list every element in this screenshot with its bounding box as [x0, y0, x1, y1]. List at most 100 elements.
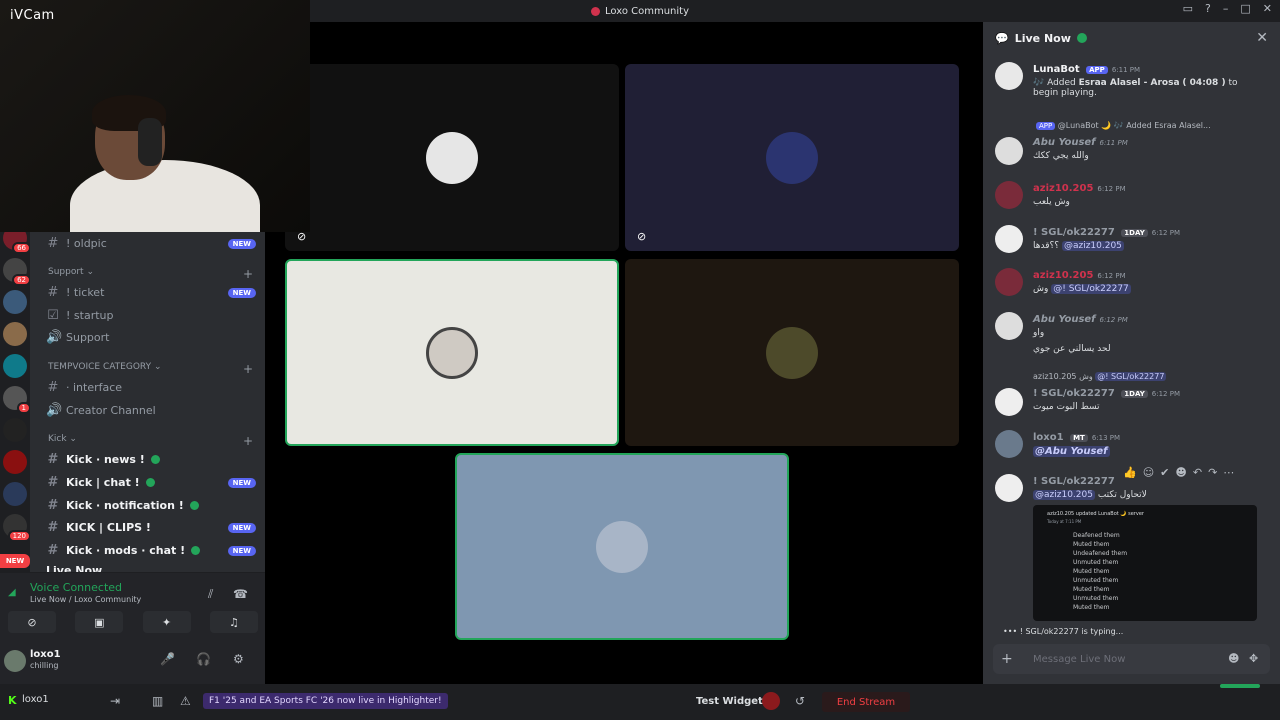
voice-location[interactable]: Live Now / Loxo Community	[30, 595, 141, 604]
camera-off-button[interactable]: ⊘	[8, 611, 56, 633]
mention[interactable]: @Abu Yousef	[1033, 446, 1110, 457]
server-icon[interactable]	[3, 418, 27, 442]
mention[interactable]: @! SGL/ok22277	[1095, 372, 1167, 381]
channel-kick-chat[interactable]: # Kick | chat ! NEW	[46, 475, 256, 490]
channel-kick-clips[interactable]: # KICK | CLIPS ! NEW	[46, 520, 256, 535]
participant-tile[interactable]: ⊘	[285, 64, 619, 251]
message-input[interactable]: Message Live Now	[1033, 654, 1125, 665]
channel-live-now[interactable]: Live Now	[46, 564, 256, 572]
participant-tile-speaking[interactable]	[285, 259, 619, 446]
help-icon[interactable]: ?	[1205, 2, 1211, 15]
channel-creator[interactable]: 🔊 Creator Channel	[46, 403, 256, 418]
kick-username[interactable]: loxo1	[22, 694, 49, 705]
message-author[interactable]: ! SGL/ok22277 1DAY 6:12 PM	[1033, 388, 1180, 399]
replay-icon[interactable]: ↺	[795, 694, 805, 708]
thumbs-up-icon[interactable]: 👍	[1123, 466, 1137, 479]
settings-gear-icon[interactable]: ⚙	[233, 652, 244, 666]
reply-preview[interactable]: APP @LunaBot 🌙 🎶 Added Esraa Alasel...	[1033, 121, 1263, 130]
message-author[interactable]: Abu Yousef 6:12 PM	[1033, 314, 1128, 325]
microphone-icon[interactable]: 🎤	[160, 652, 175, 666]
server-icon[interactable]	[3, 290, 27, 314]
check-icon[interactable]: ✔	[1160, 466, 1169, 479]
server-icon[interactable]: 66	[3, 232, 30, 254]
participant-tile[interactable]	[625, 259, 959, 446]
stats-icon[interactable]: ▥	[152, 694, 163, 708]
server-icon[interactable]	[3, 450, 27, 474]
maximize-button[interactable]: □	[1240, 2, 1250, 15]
server-icon[interactable]: 62	[3, 258, 30, 286]
category-kick[interactable]: Kick ⌄ +	[48, 434, 253, 448]
add-channel-icon[interactable]: +	[243, 267, 253, 281]
inbox-icon[interactable]: ▭	[1183, 2, 1193, 15]
close-icon[interactable]: ✕	[1256, 30, 1268, 46]
add-reaction-icon[interactable]: ☻	[1175, 466, 1186, 479]
screen-share-button[interactable]: ▣	[75, 611, 124, 633]
attach-plus-icon[interactable]: +	[1001, 651, 1013, 667]
server-icon[interactable]	[3, 322, 27, 346]
mention[interactable]: @! SGL/ok22277	[1051, 284, 1131, 294]
channel-kick-mods-chat[interactable]: # Kick · mods · chat ! NEW	[46, 543, 256, 558]
reply-preview[interactable]: aziz10.205 وش @! SGL/ok22277	[1033, 372, 1263, 381]
category-tempvoice[interactable]: TEMPVOICE CATEGORY ⌄ +	[48, 362, 253, 376]
message-author[interactable]: loxo1 MT 6:13 PM	[1033, 432, 1120, 443]
server-icon[interactable]	[3, 354, 27, 378]
new-indicator[interactable]: NEW	[0, 554, 30, 568]
channel-interface[interactable]: # · interface	[46, 380, 256, 395]
apps-icon[interactable]: ✥	[1249, 652, 1258, 665]
forward-icon[interactable]: ↷	[1208, 466, 1217, 479]
server-icon[interactable]: 1	[3, 386, 30, 414]
participant-tile[interactable]: ⊘	[625, 64, 959, 251]
end-stream-button[interactable]: End Stream	[822, 692, 910, 712]
add-channel-icon[interactable]: +	[243, 362, 253, 376]
test-widgets-button[interactable]: Test Widgets	[696, 696, 769, 707]
avatar[interactable]	[995, 137, 1023, 165]
username[interactable]: loxo1	[30, 649, 61, 660]
channel-oldpic[interactable]: # ! oldpic NEW	[46, 236, 256, 251]
image-attachment[interactable]: aziz10.205 updated LunaBot 🌙 server Toda…	[1033, 505, 1257, 621]
avatar[interactable]	[995, 312, 1023, 340]
message-author[interactable]: ! SGL/ok22277 1DAY 6:12 PM	[1033, 227, 1180, 238]
reply-icon[interactable]: ↶	[1193, 466, 1202, 479]
message-author[interactable]: ! SGL/ok22277	[1033, 476, 1115, 487]
headphones-icon[interactable]: 🎧	[196, 652, 211, 666]
avatar[interactable]	[995, 225, 1023, 253]
server-icon[interactable]	[3, 482, 27, 506]
add-channel-icon[interactable]: +	[243, 434, 253, 448]
message-author[interactable]: LunaBot APP 6:11 PM	[1033, 64, 1140, 75]
mention[interactable]: @aziz10.205	[1061, 241, 1124, 251]
logout-icon[interactable]: ⇥	[110, 694, 120, 708]
message-author[interactable]: Abu Yousef 6:11 PM	[1033, 137, 1128, 148]
close-button[interactable]: ✕	[1263, 2, 1272, 15]
channel-startup[interactable]: ☑ ! startup	[46, 308, 256, 323]
signal-icon[interactable]: ◢	[8, 587, 16, 598]
noise-suppression-icon[interactable]: ⫽	[208, 587, 213, 602]
message-author[interactable]: aziz10.205 6:12 PM	[1033, 270, 1126, 281]
avatar[interactable]	[4, 650, 26, 672]
emoji-icon[interactable]: ☺	[1143, 466, 1154, 479]
activities-button[interactable]: ✦	[142, 611, 191, 633]
avatar[interactable]	[995, 181, 1023, 209]
minimize-button[interactable]: –	[1223, 2, 1229, 15]
more-icon[interactable]: ⋯	[1223, 466, 1234, 479]
alert-icon[interactable]: ⚠	[180, 694, 191, 708]
voice-status[interactable]: Voice Connected	[30, 581, 122, 594]
avatar[interactable]	[995, 430, 1023, 458]
disconnect-icon[interactable]: ☎	[233, 587, 248, 601]
avatar[interactable]	[995, 388, 1023, 416]
channel-kick-notification[interactable]: # Kick · notification !	[46, 498, 256, 513]
server-icon[interactable]: 120	[3, 514, 30, 542]
avatar[interactable]	[995, 474, 1023, 502]
avatar[interactable]	[995, 62, 1023, 90]
emoji-icon[interactable]: ☻	[1228, 652, 1239, 665]
participant-tile-speaking[interactable]	[455, 453, 789, 640]
announcement-banner[interactable]: F1 '25 and EA Sports FC '26 now live in …	[203, 693, 448, 709]
message-author[interactable]: aziz10.205 6:12 PM	[1033, 183, 1126, 194]
record-button[interactable]	[762, 692, 780, 710]
category-support[interactable]: Support ⌄ +	[48, 267, 253, 281]
avatar[interactable]	[995, 268, 1023, 296]
channel-kick-news[interactable]: # Kick · news !	[46, 452, 256, 467]
channel-support[interactable]: 🔊 Support	[46, 330, 256, 345]
soundboard-button[interactable]: ♫	[209, 611, 258, 633]
channel-ticket[interactable]: # ! ticket NEW	[46, 285, 256, 300]
mention[interactable]: @aziz10.205	[1033, 490, 1095, 500]
